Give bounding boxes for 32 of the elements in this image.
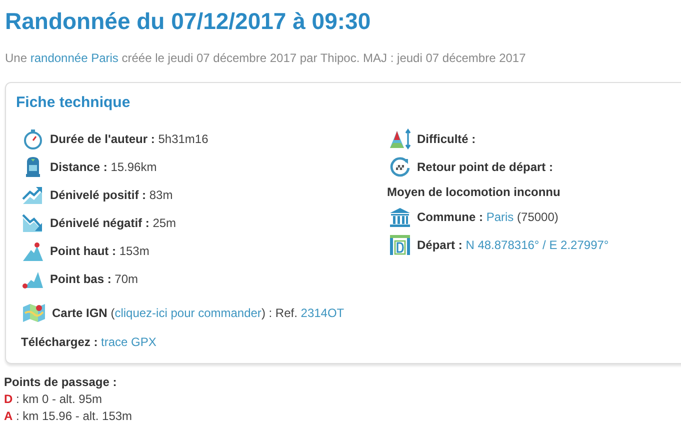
- info-line: Carte IGN (cliquez-ici pour commander) : Ref. 2314OT: [52, 304, 344, 322]
- info-line: Commune : Paris (75000): [417, 208, 558, 226]
- info-line: Point haut : 153m: [50, 242, 150, 260]
- start-marker-icon: [389, 234, 411, 256]
- link[interactable]: cliquez-ici pour commander: [114, 306, 262, 320]
- link[interactable]: randonnée Paris: [30, 51, 118, 65]
- waypoint-line: D : km 0 - alt. 95m: [4, 390, 104, 408]
- building-icon: [389, 206, 411, 228]
- subtitle: Une randonnée Paris créée le jeudi 07 décembre 2017 par Thipoc. MAJ : jeudi 07 décembre 2017: [4, 50, 527, 67]
- peak-high-icon: [22, 240, 44, 262]
- waypoints-heading: Points de passage :: [4, 374, 118, 390]
- info-line: Difficulté :: [417, 130, 476, 148]
- info-line: Point bas : 70m: [50, 270, 138, 288]
- difficulty-icon: [389, 128, 411, 150]
- info-line: Dénivelé positif : 83m: [50, 186, 173, 204]
- stopwatch-icon: [22, 128, 44, 150]
- page-title: Randonnée du 07/12/2017 à 09:30: [4, 7, 372, 36]
- link[interactable]: trace GPX: [101, 334, 156, 348]
- card-heading: Fiche technique: [15, 93, 132, 113]
- info-line: Durée de l'auteur : 5h31m16: [50, 130, 208, 148]
- link[interactable]: 2314OT: [300, 306, 344, 320]
- loop-icon: [389, 156, 411, 178]
- info-line: Dénivelé négatif : 25m: [50, 214, 176, 232]
- info-line: Moyen de locomotion inconnu: [387, 184, 560, 200]
- info-line: Départ : N 48.878316° / E 2.27997°: [417, 236, 609, 254]
- info-line: Téléchargez : trace GPX: [21, 334, 156, 350]
- link[interactable]: N 48.878316° / E 2.27997°: [466, 238, 609, 252]
- trend-down-icon: [22, 212, 44, 234]
- waypoint-line: A : km 15.96 - alt. 153m: [4, 408, 134, 424]
- info-line: Distance : 15.96km: [50, 158, 157, 176]
- link[interactable]: Paris: [486, 210, 514, 224]
- info-line: Retour point de départ :: [417, 158, 553, 176]
